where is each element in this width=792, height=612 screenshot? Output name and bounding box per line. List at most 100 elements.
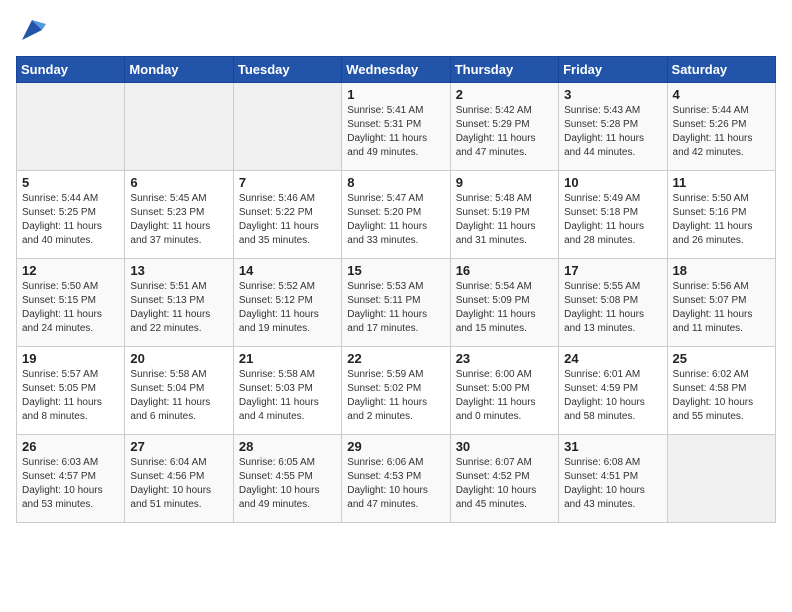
page-container: SundayMondayTuesdayWednesdayThursdayFrid… xyxy=(0,0,792,531)
day-info: Sunrise: 6:05 AMSunset: 4:55 PMDaylight:… xyxy=(239,456,336,512)
day-number: 13 xyxy=(130,263,227,278)
logo xyxy=(16,16,46,44)
day-number: 11 xyxy=(673,175,770,190)
calendar-cell: 5 Sunrise: 5:44 AMSunset: 5:25 PMDaylight… xyxy=(17,171,125,259)
day-number: 23 xyxy=(456,351,553,366)
day-number: 28 xyxy=(239,439,336,454)
day-info: Sunrise: 6:00 AMSunset: 5:00 PMDaylight:… xyxy=(456,368,553,424)
day-info: Sunrise: 5:48 AMSunset: 5:19 PMDaylight:… xyxy=(456,192,553,248)
calendar-cell: 29 Sunrise: 6:06 AMSunset: 4:53 PMDayligh… xyxy=(342,435,450,523)
day-number: 16 xyxy=(456,263,553,278)
day-number: 17 xyxy=(564,263,661,278)
day-number: 8 xyxy=(347,175,444,190)
weekday-header-friday: Friday xyxy=(559,57,667,83)
calendar-cell: 31Sunrise: 6:08 AMSunset: 4:51 PMDayligh… xyxy=(559,435,667,523)
day-info: Sunrise: 6:07 AMSunset: 4:52 PMDaylight:… xyxy=(456,456,553,512)
day-info: Sunrise: 5:46 AMSunset: 5:22 PMDaylight:… xyxy=(239,192,336,248)
day-number: 5 xyxy=(22,175,119,190)
day-info: Sunrise: 5:58 AMSunset: 5:04 PMDaylight:… xyxy=(130,368,227,424)
day-number: 25 xyxy=(673,351,770,366)
calendar-cell: 30 Sunrise: 6:07 AMSunset: 4:52 PMDayligh… xyxy=(450,435,558,523)
calendar-cell: 12 Sunrise: 5:50 AMSunset: 5:15 PMDayligh… xyxy=(17,259,125,347)
day-info: Sunrise: 5:49 AMSunset: 5:18 PMDaylight:… xyxy=(564,192,661,248)
day-info: Sunrise: 5:59 AMSunset: 5:02 PMDaylight:… xyxy=(347,368,444,424)
day-info: Sunrise: 5:43 AMSunset: 5:28 PMDaylight:… xyxy=(564,104,661,160)
day-number: 30 xyxy=(456,439,553,454)
calendar-cell xyxy=(125,83,233,171)
day-info: Sunrise: 5:50 AMSunset: 5:15 PMDaylight:… xyxy=(22,280,119,336)
calendar-cell: 6Sunrise: 5:45 AMSunset: 5:23 PMDaylight… xyxy=(125,171,233,259)
weekday-header-saturday: Saturday xyxy=(667,57,775,83)
calendar-cell: 25 Sunrise: 6:02 AMSunset: 4:58 PMDayligh… xyxy=(667,347,775,435)
calendar-cell: 21 Sunrise: 5:58 AMSunset: 5:03 PMDayligh… xyxy=(233,347,341,435)
day-number: 7 xyxy=(239,175,336,190)
calendar-cell: 16 Sunrise: 5:54 AMSunset: 5:09 PMDayligh… xyxy=(450,259,558,347)
day-number: 10 xyxy=(564,175,661,190)
day-number: 27 xyxy=(130,439,227,454)
day-info: Sunrise: 5:47 AMSunset: 5:20 PMDaylight:… xyxy=(347,192,444,248)
day-number: 18 xyxy=(673,263,770,278)
calendar-cell: 4 Sunrise: 5:44 AMSunset: 5:26 PMDaylight… xyxy=(667,83,775,171)
calendar-cell: 20Sunrise: 5:58 AMSunset: 5:04 PMDayligh… xyxy=(125,347,233,435)
calendar-table: SundayMondayTuesdayWednesdayThursdayFrid… xyxy=(16,56,776,523)
calendar-week-1: 1 Sunrise: 5:41 AMSunset: 5:31 PMDaylight… xyxy=(17,83,776,171)
calendar-cell: 14 Sunrise: 5:52 AMSunset: 5:12 PMDayligh… xyxy=(233,259,341,347)
day-number: 26 xyxy=(22,439,119,454)
day-number: 1 xyxy=(347,87,444,102)
day-number: 24 xyxy=(564,351,661,366)
calendar-cell xyxy=(17,83,125,171)
day-info: Sunrise: 5:54 AMSunset: 5:09 PMDaylight:… xyxy=(456,280,553,336)
day-info: Sunrise: 5:51 AMSunset: 5:13 PMDaylight:… xyxy=(130,280,227,336)
weekday-header-monday: Monday xyxy=(125,57,233,83)
calendar-cell: 26 Sunrise: 6:03 AMSunset: 4:57 PMDayligh… xyxy=(17,435,125,523)
calendar-cell: 10 Sunrise: 5:49 AMSunset: 5:18 PMDayligh… xyxy=(559,171,667,259)
day-number: 12 xyxy=(22,263,119,278)
weekday-header-row: SundayMondayTuesdayWednesdayThursdayFrid… xyxy=(17,57,776,83)
day-info: Sunrise: 6:08 AMSunset: 4:51 PMDaylight:… xyxy=(564,456,661,512)
day-info: Sunrise: 6:03 AMSunset: 4:57 PMDaylight:… xyxy=(22,456,119,512)
calendar-week-4: 19Sunrise: 5:57 AMSunset: 5:05 PMDayligh… xyxy=(17,347,776,435)
day-info: Sunrise: 5:41 AMSunset: 5:31 PMDaylight:… xyxy=(347,104,444,160)
day-info: Sunrise: 5:52 AMSunset: 5:12 PMDaylight:… xyxy=(239,280,336,336)
day-info: Sunrise: 5:58 AMSunset: 5:03 PMDaylight:… xyxy=(239,368,336,424)
calendar-cell: 28 Sunrise: 6:05 AMSunset: 4:55 PMDayligh… xyxy=(233,435,341,523)
day-info: Sunrise: 6:02 AMSunset: 4:58 PMDaylight:… xyxy=(673,368,770,424)
calendar-cell: 23 Sunrise: 6:00 AMSunset: 5:00 PMDayligh… xyxy=(450,347,558,435)
day-info: Sunrise: 5:53 AMSunset: 5:11 PMDaylight:… xyxy=(347,280,444,336)
day-info: Sunrise: 6:06 AMSunset: 4:53 PMDaylight:… xyxy=(347,456,444,512)
calendar-cell: 8 Sunrise: 5:47 AMSunset: 5:20 PMDaylight… xyxy=(342,171,450,259)
calendar-cell: 3Sunrise: 5:43 AMSunset: 5:28 PMDaylight… xyxy=(559,83,667,171)
day-number: 15 xyxy=(347,263,444,278)
calendar-cell: 24Sunrise: 6:01 AMSunset: 4:59 PMDayligh… xyxy=(559,347,667,435)
calendar-week-3: 12 Sunrise: 5:50 AMSunset: 5:15 PMDayligh… xyxy=(17,259,776,347)
day-info: Sunrise: 5:55 AMSunset: 5:08 PMDaylight:… xyxy=(564,280,661,336)
day-info: Sunrise: 5:50 AMSunset: 5:16 PMDaylight:… xyxy=(673,192,770,248)
weekday-header-sunday: Sunday xyxy=(17,57,125,83)
logo-icon xyxy=(18,16,46,44)
calendar-cell: 1 Sunrise: 5:41 AMSunset: 5:31 PMDaylight… xyxy=(342,83,450,171)
calendar-cell: 15 Sunrise: 5:53 AMSunset: 5:11 PMDayligh… xyxy=(342,259,450,347)
day-number: 2 xyxy=(456,87,553,102)
day-number: 4 xyxy=(673,87,770,102)
calendar-cell: 11 Sunrise: 5:50 AMSunset: 5:16 PMDayligh… xyxy=(667,171,775,259)
day-number: 9 xyxy=(456,175,553,190)
calendar-cell: 27 Sunrise: 6:04 AMSunset: 4:56 PMDayligh… xyxy=(125,435,233,523)
calendar-cell: 17 Sunrise: 5:55 AMSunset: 5:08 PMDayligh… xyxy=(559,259,667,347)
calendar-cell xyxy=(667,435,775,523)
day-number: 22 xyxy=(347,351,444,366)
weekday-header-thursday: Thursday xyxy=(450,57,558,83)
weekday-header-wednesday: Wednesday xyxy=(342,57,450,83)
calendar-week-2: 5 Sunrise: 5:44 AMSunset: 5:25 PMDaylight… xyxy=(17,171,776,259)
day-number: 21 xyxy=(239,351,336,366)
day-info: Sunrise: 5:44 AMSunset: 5:26 PMDaylight:… xyxy=(673,104,770,160)
day-info: Sunrise: 5:42 AMSunset: 5:29 PMDaylight:… xyxy=(456,104,553,160)
calendar-cell: 7 Sunrise: 5:46 AMSunset: 5:22 PMDaylight… xyxy=(233,171,341,259)
day-info: Sunrise: 5:56 AMSunset: 5:07 PMDaylight:… xyxy=(673,280,770,336)
day-number: 29 xyxy=(347,439,444,454)
day-number: 19 xyxy=(22,351,119,366)
day-info: Sunrise: 6:04 AMSunset: 4:56 PMDaylight:… xyxy=(130,456,227,512)
calendar-cell xyxy=(233,83,341,171)
day-info: Sunrise: 5:44 AMSunset: 5:25 PMDaylight:… xyxy=(22,192,119,248)
calendar-cell: 19Sunrise: 5:57 AMSunset: 5:05 PMDayligh… xyxy=(17,347,125,435)
day-number: 14 xyxy=(239,263,336,278)
